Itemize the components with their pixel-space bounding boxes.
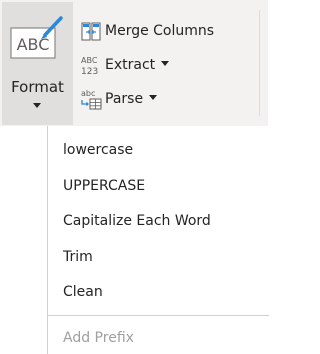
menu-item-uppercase[interactable]: UPPERCASE bbox=[63, 178, 145, 194]
abc-text-icon: ABC bbox=[10, 16, 63, 59]
ribbon: ABC Format Merge Columns ABC 123 Extract… bbox=[0, 0, 268, 126]
menu-item-add-prefix: Add Prefix bbox=[63, 330, 134, 346]
ribbon-separator bbox=[259, 10, 260, 116]
menu-item-capitalize-each-word[interactable]: Capitalize Each Word bbox=[63, 213, 211, 229]
extract-icon: ABC 123 bbox=[81, 56, 98, 77]
menu-separator bbox=[48, 315, 269, 316]
chevron-down-icon bbox=[33, 103, 41, 108]
svg-text:123: 123 bbox=[81, 67, 98, 77]
menu-item-lowercase[interactable]: lowercase bbox=[63, 142, 133, 158]
merge-columns-label: Merge Columns bbox=[105, 23, 215, 39]
merge-columns-button[interactable]: Merge Columns bbox=[80, 16, 214, 46]
format-button[interactable]: ABC Format bbox=[2, 2, 73, 125]
svg-text:ABC: ABC bbox=[17, 35, 50, 54]
merge-columns-icon bbox=[81, 22, 101, 41]
parse-button[interactable]: abc Parse bbox=[80, 84, 158, 114]
extract-label: Extract bbox=[105, 57, 156, 73]
svg-text:abc: abc bbox=[81, 89, 95, 98]
parse-label: Parse bbox=[105, 91, 144, 107]
parse-icon: abc bbox=[81, 89, 102, 110]
format-dropdown-menu: lowercase UPPERCASE Capitalize Each Word… bbox=[47, 126, 269, 354]
svg-text:ABC: ABC bbox=[81, 56, 98, 65]
menu-item-clean[interactable]: Clean bbox=[63, 284, 103, 300]
format-label: Format bbox=[11, 78, 64, 96]
menu-item-trim[interactable]: Trim bbox=[63, 249, 93, 265]
extract-button[interactable]: ABC 123 Extract bbox=[80, 50, 170, 80]
chevron-down-icon bbox=[149, 94, 158, 100]
chevron-down-icon bbox=[161, 60, 170, 66]
